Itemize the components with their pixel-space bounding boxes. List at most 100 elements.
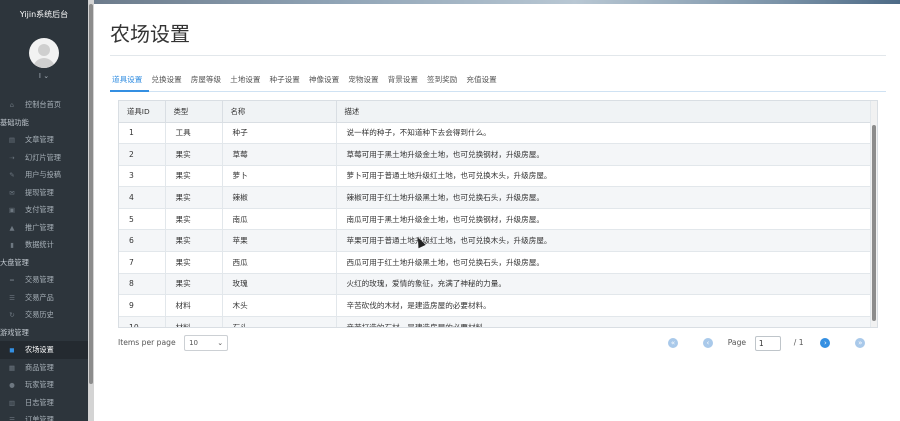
tab[interactable]: 充值设置 bbox=[464, 72, 503, 92]
table-cell: 石头 bbox=[222, 316, 337, 327]
table-cell: 果实 bbox=[165, 229, 223, 253]
slideshow-icon: ⇢ bbox=[9, 153, 15, 162]
table-row[interactable]: 3 果实 萝卜 萝卜可用于普通土地升级红土地，也可兑换木头，升级房屋。 bbox=[119, 165, 873, 188]
sidebar-item-label: 推广管理 bbox=[25, 222, 54, 232]
table-cell: 9 bbox=[119, 294, 166, 317]
sidebar-item[interactable]: ◼ 农场设置 bbox=[0, 341, 88, 359]
table-cell: 10 bbox=[119, 316, 166, 327]
table-cell: 草莓 bbox=[222, 143, 337, 166]
tab[interactable]: 神像设置 bbox=[307, 72, 346, 92]
table-cell: 6 bbox=[119, 229, 166, 253]
table-cell: 果实 bbox=[165, 273, 223, 296]
sidebar-item[interactable]: ▲ 推广管理 bbox=[0, 219, 88, 237]
table-cell: 果实 bbox=[165, 251, 223, 274]
sidebar-item-label: 交易管理 bbox=[25, 275, 54, 284]
column-header[interactable]: 类型 bbox=[165, 101, 223, 123]
table-cell: 苹果 bbox=[222, 229, 337, 253]
table-row[interactable]: 10 材料 石头 辛苦打造的石材，是建造房屋的必要材料。 bbox=[119, 316, 873, 327]
table-cell: 5 bbox=[119, 208, 166, 231]
table-cell: 西瓜可用于红土地升级黑土地，也可兑换石头，升级房屋。 bbox=[336, 251, 873, 274]
tab[interactable]: 种子设置 bbox=[268, 72, 307, 92]
tab[interactable]: 土地设置 bbox=[228, 72, 267, 92]
tab[interactable]: 房屋等级 bbox=[189, 72, 228, 92]
sidebar-item-label: 玩家管理 bbox=[25, 380, 54, 389]
table-cell: 南瓜 bbox=[222, 208, 337, 231]
table-row[interactable]: 7 果实 西瓜 西瓜可用于红土地升级黑土地，也可兑换石头，升级房屋。 bbox=[119, 251, 873, 274]
tab[interactable]: 兑换设置 bbox=[149, 72, 188, 92]
grid-scrollbar-thumb[interactable] bbox=[872, 125, 876, 321]
tab[interactable]: 签到奖励 bbox=[425, 72, 464, 92]
sidebar-item[interactable]: ☰ 订单管理 bbox=[0, 411, 88, 421]
table-row[interactable]: 9 材料 木头 辛苦砍伐的木材，是建造房屋的必要材料。 bbox=[119, 294, 873, 317]
table-cell: 南瓜可用于黑土地升级金土地，也可兑换钢材，升级房屋。 bbox=[336, 208, 873, 231]
sidebar: Yijin系统后台 I ⌄ ⌂ 控制台首页基础功能 ▤ 文章管理 ⇢ 幻灯片管理 ✎ 用户与投… bbox=[0, 0, 94, 421]
column-header[interactable]: 描述 bbox=[336, 101, 873, 123]
sidebar-item[interactable]: ✎ 用户与投稿 bbox=[0, 166, 88, 184]
items-per-page-select[interactable]: 10 ⌄ bbox=[184, 335, 229, 351]
sidebar-item-label: 提现管理 bbox=[25, 187, 54, 197]
sidebar-scrollbar-thumb[interactable] bbox=[89, 4, 93, 384]
table-row[interactable]: 1 工具 种子 说一样的种子，不知道种下去会得到什么。 bbox=[119, 122, 873, 145]
page-label: Page bbox=[727, 338, 747, 347]
table-cell: 果实 bbox=[165, 186, 223, 209]
table-cell: 工具 bbox=[165, 122, 223, 145]
avatar[interactable] bbox=[29, 38, 59, 68]
prev-page-icon[interactable]: ‹ bbox=[702, 338, 713, 348]
sidebar-item[interactable]: ↻ 交易历史 bbox=[0, 306, 88, 324]
user-menu-toggle[interactable]: I ⌄ bbox=[0, 72, 88, 82]
sidebar-item[interactable]: ⌂ 控制台首页 bbox=[0, 96, 88, 114]
items-per-page-label: Items per page bbox=[118, 338, 176, 347]
sidebar-item[interactable]: ⇢ 幻灯片管理 bbox=[0, 149, 88, 167]
pager: « ‹ Page 1 / 1 › » bbox=[668, 335, 866, 351]
sidebar-item[interactable]: ✉ 提现管理 bbox=[0, 184, 88, 202]
sidebar-item[interactable]: ═ 交易管理 bbox=[0, 271, 88, 289]
home-icon: ⌂ bbox=[9, 101, 15, 109]
table-row[interactable]: 8 果实 玫瑰 火红的玫瑰，爱情的象征，充满了神秘的力量。 bbox=[119, 273, 873, 296]
table-cell: 玫瑰 bbox=[222, 273, 337, 296]
tab[interactable]: 道具设置 bbox=[110, 72, 150, 92]
column-header[interactable]: 名称 bbox=[222, 101, 337, 123]
page-input[interactable]: 1 bbox=[754, 335, 781, 351]
sidebar-item-label: 幻灯片管理 bbox=[25, 152, 61, 162]
table-row[interactable]: 5 果实 南瓜 南瓜可用于黑土地升级金土地，也可兑换钢材，升级房屋。 bbox=[119, 208, 873, 231]
total-pages: / 1 bbox=[793, 338, 804, 347]
table-cell: 8 bbox=[119, 273, 166, 296]
tab[interactable]: 背景设置 bbox=[386, 72, 425, 92]
last-page-icon[interactable]: » bbox=[855, 338, 866, 348]
promo-icon: ▲ bbox=[9, 223, 15, 232]
sidebar-item[interactable]: ☰ 交易产品 bbox=[0, 289, 88, 307]
sidebar-item[interactable]: ▮ 数据统计 bbox=[0, 236, 88, 254]
table-cell: 萝卜可用于普通土地升级红土地，也可兑换木头，升级房屋。 bbox=[336, 165, 873, 188]
tab[interactable]: 宠物设置 bbox=[346, 72, 385, 92]
sidebar-group-label: 基础功能 bbox=[0, 117, 29, 127]
sidebar-item-label: 用户与投稿 bbox=[25, 170, 61, 179]
settings-tabs: 道具设置 兑换设置 房屋等级 土地设置 种子设置 神像设置 宠物设置 背景设置 签到奖励 充值设置 bbox=[110, 72, 886, 92]
log-icon: ▥ bbox=[8, 398, 16, 407]
table-cell: 果实 bbox=[165, 143, 223, 166]
history-icon: ↻ bbox=[9, 311, 15, 319]
brand-title: Yijin系统后台 bbox=[19, 10, 69, 19]
table-row[interactable]: 6 果实 苹果 苹果可用于普通土地升级红土地，也可兑换木头，升级房屋。 bbox=[119, 229, 873, 253]
sidebar-item-label: 交易产品 bbox=[25, 292, 54, 302]
table-row[interactable]: 4 果实 辣椒 辣椒可用于红土地升级黑土地，也可兑换石头，升级房屋。 bbox=[119, 186, 873, 209]
table-cell: 种子 bbox=[222, 122, 337, 145]
feedback-icon: ✎ bbox=[9, 171, 15, 179]
sidebar-item[interactable]: ▥ 日志管理 bbox=[0, 394, 88, 412]
table-cell: 7 bbox=[119, 251, 166, 274]
column-header[interactable]: 道具ID bbox=[119, 101, 166, 123]
sidebar-item[interactable]: ▤ 文章管理 bbox=[0, 131, 88, 149]
grid-scrollbar[interactable] bbox=[870, 101, 877, 327]
page-title: 农场设置 bbox=[110, 22, 190, 46]
table-row[interactable]: 2 果实 草莓 草莓可用于黑土地升级金土地，也可兑换钢材，升级房屋。 bbox=[119, 143, 873, 166]
sidebar-item[interactable]: ▦ 商品管理 bbox=[0, 359, 88, 377]
table-cell: 辛苦打造的石材，是建造房屋的必要材料。 bbox=[336, 316, 873, 327]
next-page-icon[interactable]: › bbox=[820, 338, 831, 348]
sidebar-item[interactable]: ▣ 支付管理 bbox=[0, 201, 88, 219]
table-cell: 火红的玫瑰，爱情的象征，充满了神秘的力量。 bbox=[336, 273, 873, 296]
items-per-page: Items per page 10 ⌄ bbox=[118, 335, 229, 351]
sidebar-item-label: 数据统计 bbox=[25, 240, 54, 249]
product-icon: ☰ bbox=[9, 293, 15, 302]
sidebar-item[interactable]: ● 玩家管理 bbox=[0, 376, 88, 394]
table-cell: 果实 bbox=[165, 165, 223, 188]
first-page-icon[interactable]: « bbox=[668, 338, 678, 348]
